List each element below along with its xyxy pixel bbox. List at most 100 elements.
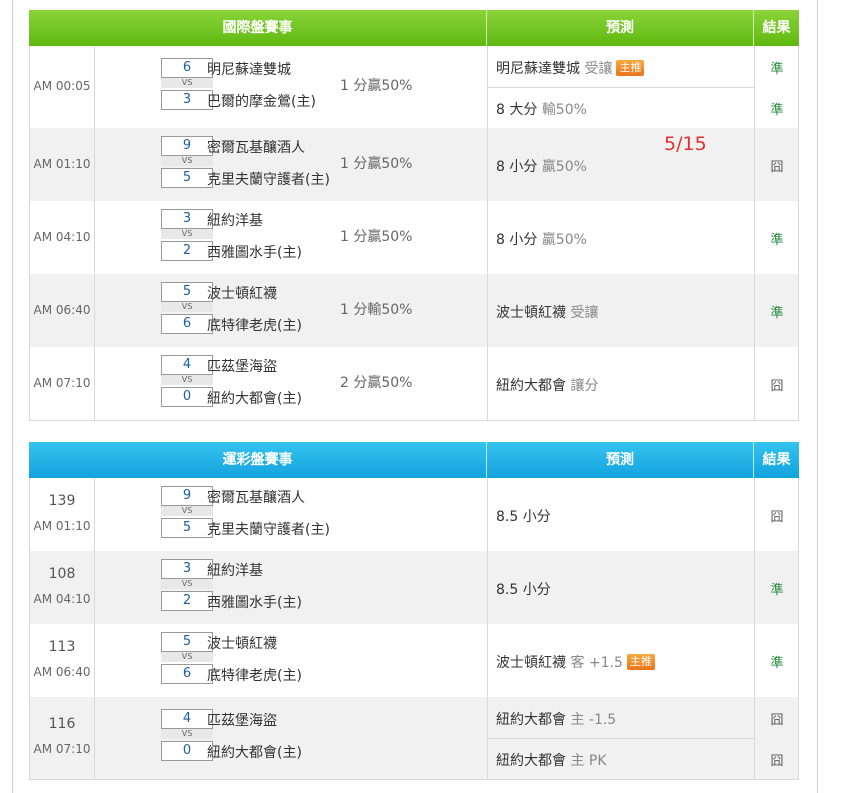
home-team-name: 克里夫蘭守護者(主) bbox=[207, 521, 330, 538]
handicap-result: 1 分輸50% bbox=[340, 301, 413, 318]
handicap-result: 2 分贏50% bbox=[340, 374, 413, 391]
match-row: AM 06:40 5 VS 6 波士頓紅襪 底特律老虎(主) 1 分輸50% 波士頓紅襪 受讓… bbox=[29, 274, 799, 348]
away-team-name: 波士頓紅襪 bbox=[207, 285, 277, 302]
vs-label: VS bbox=[161, 505, 213, 516]
match-time: AM 06:40 bbox=[33, 664, 91, 679]
game-number: 116 bbox=[48, 716, 76, 732]
prediction: 紐約大都會 主 -1.5 bbox=[496, 709, 616, 729]
prediction: 8 小分 贏50% bbox=[496, 229, 587, 249]
away-score: 9 bbox=[161, 135, 213, 156]
game-number: 139 bbox=[48, 492, 76, 509]
column-divider bbox=[30, 478, 755, 551]
away-team-name: 波士頓紅襪 bbox=[207, 635, 277, 652]
prediction-divider bbox=[487, 87, 755, 88]
prediction: 紐約大都會 主 PK bbox=[496, 750, 607, 770]
prediction-detail: 客 +1.5 bbox=[570, 654, 623, 671]
vs-label: VS bbox=[161, 78, 213, 88]
score-box: 4 VS 0 bbox=[161, 354, 213, 413]
match-row: 116 AM 07:10 4 VS 0 匹茲堡海盜 紐約大都會(主) 紐約大都會 主 -1.5… bbox=[29, 697, 799, 780]
prediction: 波士頓紅襪 客 +1.5 主推 bbox=[496, 652, 655, 672]
prediction: 8 小分 贏50% bbox=[496, 156, 587, 176]
prediction-pick: 8 小分 bbox=[496, 158, 538, 175]
away-score: 9 bbox=[161, 485, 213, 506]
match-row: 139 AM 01:10 9 VS 5 密爾瓦基釀酒人 克里夫蘭守護者(主) 8.5 小分囧 bbox=[29, 478, 799, 552]
result-mark: 囧 bbox=[770, 378, 784, 394]
away-score: 4 bbox=[161, 354, 213, 375]
home-score: 0 bbox=[161, 741, 213, 761]
away-team-name: 紐約洋基 bbox=[207, 562, 263, 579]
match-time: AM 04:10 bbox=[33, 229, 91, 244]
vs-label: VS bbox=[161, 155, 213, 166]
score-box: 3 VS 2 bbox=[161, 558, 213, 617]
score-box: 6 VS 3 bbox=[161, 58, 213, 116]
intl-header: 國際盤賽事 預測 結果 bbox=[29, 10, 799, 46]
featured-badge: 主推 bbox=[626, 653, 655, 670]
match-time: AM 04:10 bbox=[33, 591, 91, 606]
away-team-name: 密爾瓦基釀酒人 bbox=[207, 139, 305, 156]
result-mark: 囧 bbox=[770, 712, 784, 728]
handicap-result: 1 分贏50% bbox=[340, 78, 413, 94]
sport-header-result: 結果 bbox=[762, 452, 791, 468]
date-annotation: 5/15 bbox=[664, 133, 707, 155]
away-score: 5 bbox=[161, 281, 213, 302]
result-mark: 囧 bbox=[770, 159, 784, 175]
home-score: 2 bbox=[161, 590, 213, 611]
sport-header: 運彩盤賽事 預測 結果 bbox=[29, 442, 799, 478]
prediction-pick: 紐約大都會 bbox=[496, 752, 566, 769]
prediction-detail: 輸50% bbox=[541, 101, 587, 118]
vs-label: VS bbox=[161, 651, 213, 662]
result-mark: 準 bbox=[770, 582, 784, 598]
game-number: 108 bbox=[48, 565, 76, 582]
match-time: AM 01:10 bbox=[33, 156, 91, 171]
prediction: 紐約大都會 讓分 bbox=[496, 375, 598, 395]
prediction-divider bbox=[487, 738, 755, 739]
vs-label: VS bbox=[161, 374, 213, 385]
match-time: AM 06:40 bbox=[33, 302, 91, 317]
away-score: 5 bbox=[161, 631, 213, 652]
intl-header-event: 國際盤賽事 bbox=[29, 10, 487, 46]
match-row: AM 07:10 4 VS 0 匹茲堡海盜 紐約大都會(主) 2 分贏50% 紐約大都會 讓分… bbox=[29, 347, 799, 421]
prediction-pick: 波士頓紅襪 bbox=[496, 654, 566, 671]
away-score: 4 bbox=[161, 709, 213, 729]
prediction-detail: 贏50% bbox=[541, 158, 587, 175]
result-mark: 準 bbox=[770, 232, 784, 248]
prediction-pick: 紐約大都會 bbox=[496, 711, 566, 728]
home-score: 5 bbox=[161, 517, 213, 538]
prediction-pick: 8 小分 bbox=[496, 231, 538, 248]
away-team-name: 密爾瓦基釀酒人 bbox=[207, 489, 305, 506]
vs-label: VS bbox=[161, 228, 213, 239]
match-time: AM 07:10 bbox=[33, 375, 91, 390]
away-score: 3 bbox=[161, 208, 213, 229]
home-score: 6 bbox=[161, 663, 213, 684]
score-box: 5 VS 6 bbox=[161, 631, 213, 690]
vs-label: VS bbox=[161, 729, 213, 739]
home-team-name: 西雅圖水手(主) bbox=[207, 244, 302, 261]
match-row: 108 AM 04:10 3 VS 2 紐約洋基 西雅圖水手(主) 8.5 小分準 bbox=[29, 551, 799, 625]
home-team-name: 紐約大都會(主) bbox=[207, 390, 302, 407]
score-box: 9 VS 5 bbox=[161, 135, 213, 194]
match-time: AM 00:05 bbox=[33, 79, 91, 93]
prediction-detail: 主 PK bbox=[570, 752, 607, 769]
sport-header-prediction: 預測 bbox=[487, 442, 754, 478]
vs-label: VS bbox=[161, 578, 213, 589]
prediction: 8.5 小分 bbox=[496, 506, 551, 526]
match-row: 113 AM 06:40 5 VS 6 波士頓紅襪 底特律老虎(主) 波士頓紅襪 客 +1.5… bbox=[29, 624, 799, 698]
prediction-pick: 8 大分 bbox=[496, 101, 538, 118]
away-team-name: 紐約洋基 bbox=[207, 212, 263, 229]
home-team-name: 克里夫蘭守護者(主) bbox=[207, 171, 330, 188]
score-box: 9 VS 5 bbox=[161, 485, 213, 544]
away-score: 3 bbox=[161, 558, 213, 579]
prediction-pick: 紐約大都會 bbox=[496, 377, 566, 394]
intl-header-result: 結果 bbox=[762, 20, 791, 36]
home-score: 0 bbox=[161, 386, 213, 407]
home-score: 6 bbox=[161, 313, 213, 334]
result-mark: 準 bbox=[770, 102, 784, 118]
prediction-detail: 贏50% bbox=[541, 231, 587, 248]
handicap-result: 1 分贏50% bbox=[340, 155, 413, 172]
column-divider bbox=[30, 551, 755, 624]
result-mark: 囧 bbox=[770, 753, 784, 769]
prediction-pick: 波士頓紅襪 bbox=[496, 304, 566, 321]
right-frame-line bbox=[817, 0, 818, 793]
prediction-detail: 主 -1.5 bbox=[570, 711, 617, 728]
result-mark: 準 bbox=[770, 305, 784, 321]
